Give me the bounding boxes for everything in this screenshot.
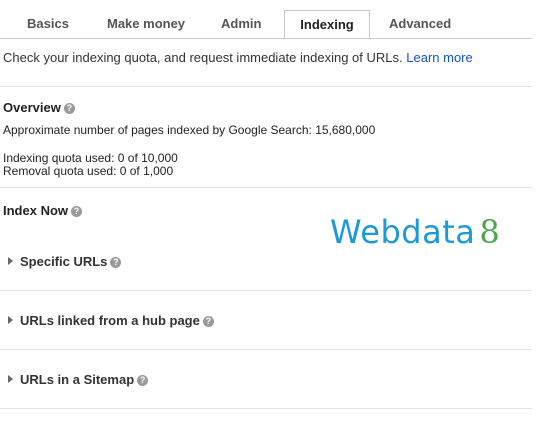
index-now-title: Index Now (3, 203, 69, 218)
divider (0, 86, 532, 87)
section-hub-page-urls[interactable]: URLs linked from a hub page? (8, 313, 214, 328)
help-icon[interactable]: ? (71, 206, 83, 217)
index-now-heading: Index Now? (3, 203, 83, 218)
watermark-word: Webdata (330, 213, 476, 251)
tab-bar: Basics Make money Admin Indexing Advance… (0, 0, 532, 39)
divider (0, 349, 532, 350)
divider (0, 408, 532, 409)
section-label: Specific URLs (20, 254, 108, 269)
divider (0, 290, 532, 291)
help-icon[interactable]: ? (110, 257, 122, 268)
tab-basics[interactable]: Basics (27, 9, 69, 39)
divider (0, 187, 532, 188)
watermark-number: 8 (479, 213, 501, 251)
overview-heading: Overview? (3, 100, 75, 115)
tab-admin[interactable]: Admin (221, 9, 261, 39)
indexing-quota-text: Indexing quota used: 0 of 10,000 (3, 151, 178, 165)
removal-quota-text: Removal quota used: 0 of 1,000 (3, 164, 174, 178)
intro-description: Check your indexing quota, and request i… (3, 50, 403, 65)
learn-more-link[interactable]: Learn more (406, 50, 472, 65)
section-label: URLs in a Sitemap (20, 372, 135, 387)
section-label: URLs linked from a hub page (20, 313, 200, 328)
intro-text: Check your indexing quota, and request i… (3, 50, 473, 65)
triangle-right-icon (8, 375, 13, 383)
tab-make-money[interactable]: Make money (107, 9, 185, 39)
watermark-logo: Webdata 8 (330, 213, 500, 251)
section-specific-urls[interactable]: Specific URLs? (8, 254, 122, 269)
tab-indexing[interactable]: Indexing (284, 10, 370, 39)
overview-title: Overview (3, 100, 61, 115)
tab-divider (0, 38, 532, 39)
help-icon[interactable]: ? (63, 103, 75, 114)
triangle-right-icon (8, 316, 13, 324)
pages-indexed-text: Approximate number of pages indexed by G… (3, 123, 376, 137)
tab-advanced[interactable]: Advanced (389, 9, 451, 39)
section-sitemap-urls[interactable]: URLs in a Sitemap? (8, 372, 149, 387)
help-icon[interactable]: ? (202, 316, 214, 327)
triangle-right-icon (8, 257, 13, 265)
help-icon[interactable]: ? (137, 375, 149, 386)
